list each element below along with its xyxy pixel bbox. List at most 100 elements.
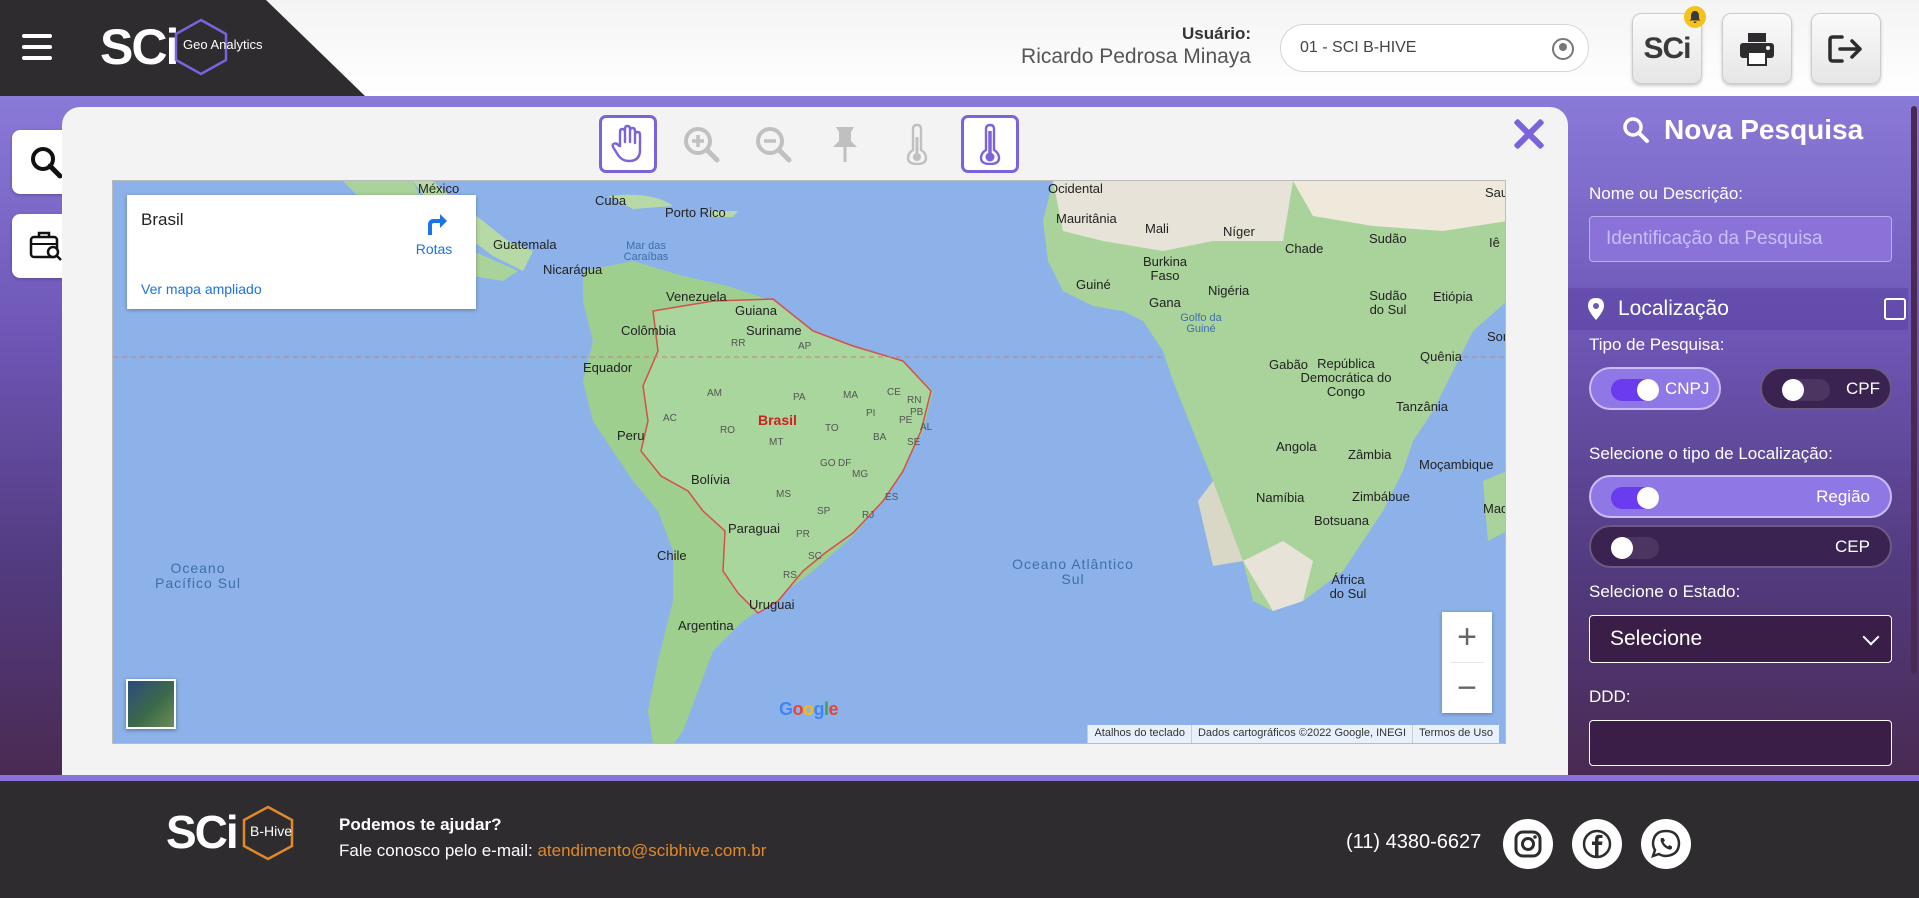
terms-link[interactable]: Termos de Uso bbox=[1412, 725, 1499, 743]
map-label: Sudão bbox=[1369, 231, 1407, 246]
place-info-card: Brasil Rotas Ver mapa ampliado bbox=[127, 195, 476, 309]
thermometer-icon bbox=[906, 123, 928, 165]
zoom-out-icon bbox=[756, 127, 792, 163]
map-label: Chile bbox=[657, 548, 687, 563]
cep-toggle[interactable]: CEP bbox=[1589, 525, 1892, 568]
zoom-in-icon bbox=[684, 127, 720, 163]
routes-button[interactable]: Rotas bbox=[414, 209, 454, 257]
state-label: AM bbox=[707, 388, 722, 399]
routes-label: Rotas bbox=[415, 241, 453, 257]
company-select[interactable]: 01 - SCI B-HIVE bbox=[1280, 24, 1589, 72]
support-email-link[interactable]: atendimento@scibhive.com.br bbox=[537, 841, 766, 860]
search-name-input[interactable]: Identificação da Pesquisa bbox=[1589, 216, 1892, 262]
hamburger-icon[interactable] bbox=[22, 34, 52, 60]
map-label: República Democrática do Congo bbox=[1300, 356, 1392, 399]
state-label: Selecione o Estado: bbox=[1589, 582, 1741, 601]
state-label: SE bbox=[907, 437, 921, 448]
bell-icon[interactable] bbox=[1684, 6, 1706, 28]
state-label: DF bbox=[838, 458, 852, 469]
map-label: México bbox=[418, 181, 460, 196]
state-label: CE bbox=[887, 387, 901, 398]
zoom-out-tool-button[interactable] bbox=[744, 115, 802, 173]
cpf-label: CPF bbox=[1846, 378, 1880, 398]
state-label: PR bbox=[796, 529, 810, 540]
pan-tool-button[interactable] bbox=[599, 115, 657, 173]
cpf-toggle[interactable]: CPF bbox=[1760, 367, 1892, 410]
cnpj-toggle[interactable]: CNPJ bbox=[1589, 367, 1721, 410]
state-label: ES bbox=[885, 492, 899, 503]
state-label: AP bbox=[798, 341, 812, 352]
state-label: RS bbox=[783, 570, 797, 581]
heatmap-tool-button[interactable] bbox=[961, 115, 1019, 173]
close-icon[interactable] bbox=[1513, 118, 1545, 150]
pin-tool-button[interactable] bbox=[816, 115, 874, 173]
briefcase-search-icon bbox=[29, 231, 62, 261]
map-label: Gana bbox=[1149, 295, 1181, 310]
map-zoom-out-button[interactable]: − bbox=[1442, 663, 1492, 713]
map-label: Uruguai bbox=[749, 597, 795, 612]
map-label: Argentina bbox=[678, 618, 734, 633]
state-label: BA bbox=[873, 432, 887, 443]
satellite-toggle-thumbnail[interactable] bbox=[126, 679, 176, 729]
map-label: Ocidental bbox=[1048, 181, 1103, 196]
state-label: PE bbox=[899, 415, 913, 426]
map-label: Venezuela bbox=[666, 289, 727, 304]
zoom-in-tool-button[interactable] bbox=[672, 115, 730, 173]
panel-scrollbar[interactable] bbox=[1911, 106, 1917, 674]
map-label: Bolívia bbox=[691, 472, 731, 487]
ocean-label: Oceano Pacífico Sul bbox=[155, 560, 241, 591]
location-pin-icon bbox=[1588, 298, 1604, 320]
heatmap-light-tool-button[interactable] bbox=[888, 115, 946, 173]
map-label: Brasil bbox=[758, 412, 797, 428]
panel-title: Nova Pesquisa bbox=[1622, 114, 1863, 146]
toggle-switch bbox=[1611, 537, 1659, 559]
help-question: Podemos te ajudar? bbox=[339, 815, 502, 834]
view-larger-map-link[interactable]: Ver mapa ampliado bbox=[141, 281, 262, 297]
state-select[interactable]: Selecione bbox=[1589, 615, 1892, 663]
ocean-label: Oceano Atlântico Sul bbox=[1012, 556, 1134, 587]
location-checkbox[interactable] bbox=[1884, 298, 1906, 320]
user-info: Usuário: Ricardo Pedrosa Minaya bbox=[1021, 24, 1251, 69]
ddd-input[interactable] bbox=[1589, 720, 1892, 766]
logout-icon bbox=[1828, 34, 1862, 63]
map-label: Cuba bbox=[595, 193, 627, 208]
map-label: Paraguai bbox=[728, 521, 781, 536]
map-label: Guiné bbox=[1076, 277, 1111, 292]
map-label: Moçambique bbox=[1419, 457, 1494, 472]
map-label: Equador bbox=[583, 360, 633, 375]
footer-logo-subtitle: B-Hive bbox=[250, 823, 293, 839]
app-footer: SCi B-Hive Podemos te ajudar? Fale conos… bbox=[0, 781, 1919, 898]
state-label: SP bbox=[817, 506, 831, 517]
map-label: Saud bbox=[1485, 185, 1505, 200]
map-label: Guatemala bbox=[493, 237, 557, 252]
whatsapp-icon[interactable] bbox=[1641, 819, 1691, 869]
regiao-label: Região bbox=[1816, 486, 1870, 506]
map-label: Burkina Faso bbox=[1142, 254, 1188, 283]
map-zoom-in-button[interactable]: + bbox=[1442, 612, 1492, 662]
logo-subtitle: Geo Analytics bbox=[183, 37, 263, 52]
help-text: Fale conosco pelo e-mail: bbox=[339, 841, 533, 860]
map-label: Somá bbox=[1487, 329, 1505, 344]
keyboard-shortcuts-link[interactable]: Atalhos do teclado bbox=[1087, 725, 1191, 743]
state-label: PI bbox=[866, 408, 876, 419]
google-map[interactable]: México Cuba Porto Rico Guatemala Nicarág… bbox=[112, 180, 1506, 744]
map-label: Angola bbox=[1276, 439, 1317, 454]
logout-button[interactable] bbox=[1811, 13, 1881, 84]
toggle-switch bbox=[1611, 379, 1659, 401]
map-attribution: Atalhos do teclado Dados cartográficos ©… bbox=[1087, 725, 1499, 743]
state-label: RR bbox=[731, 338, 746, 349]
state-label: TO bbox=[825, 423, 839, 434]
search-icon bbox=[1623, 117, 1649, 143]
print-button[interactable] bbox=[1722, 13, 1792, 84]
toggle-switch bbox=[1782, 379, 1830, 401]
user-name: Ricardo Pedrosa Minaya bbox=[1021, 45, 1251, 68]
regiao-toggle[interactable]: Região bbox=[1589, 475, 1892, 518]
facebook-icon[interactable] bbox=[1572, 819, 1622, 869]
instagram-icon[interactable] bbox=[1503, 819, 1553, 869]
printer-icon bbox=[1740, 32, 1774, 66]
state-label: AC bbox=[663, 413, 677, 424]
panel-title-text: Nova Pesquisa bbox=[1664, 114, 1864, 145]
map-label: Iê bbox=[1489, 235, 1500, 250]
sci-geo-analytics-logo[interactable]: SCi Geo Analytics bbox=[100, 16, 280, 78]
map-label: Namíbia bbox=[1256, 490, 1305, 505]
